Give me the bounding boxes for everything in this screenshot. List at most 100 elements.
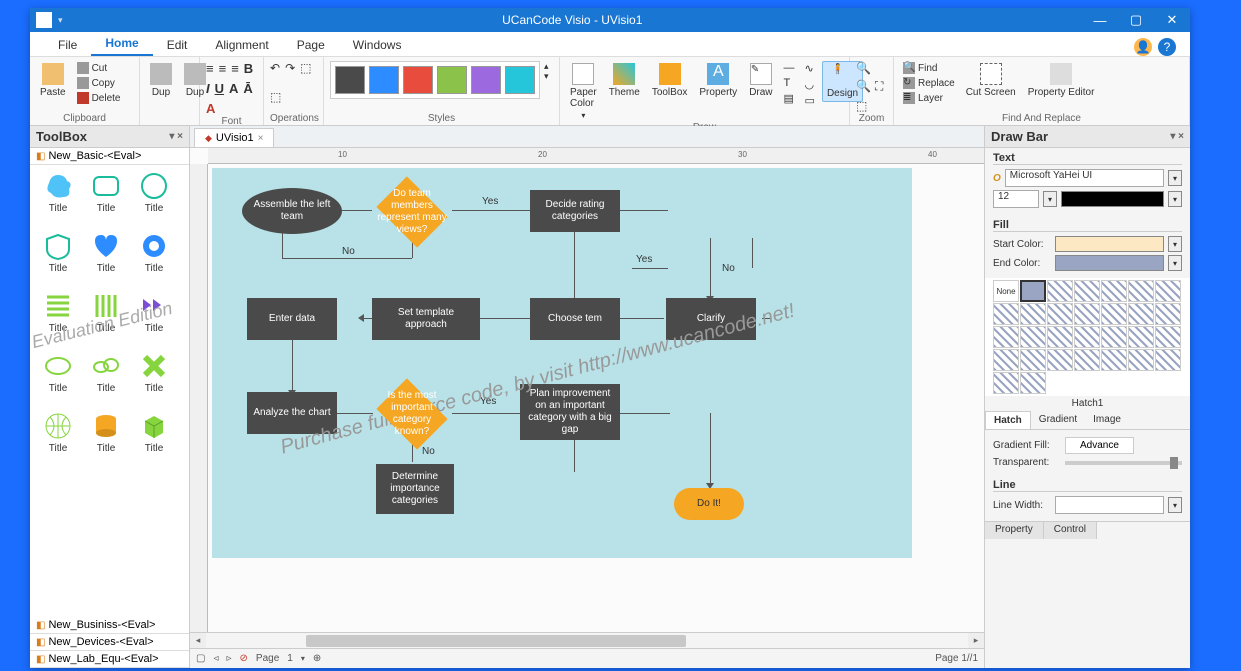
op-group-button[interactable]: ⬚: [300, 61, 311, 75]
toolbox-cat-basic[interactable]: New_Basic-<Eval>: [30, 148, 189, 165]
status-prevpage-icon[interactable]: ◃: [213, 653, 218, 664]
hatch-pattern[interactable]: [1047, 326, 1073, 348]
op-rotate-right-button[interactable]: ↷: [285, 61, 295, 75]
tab-image[interactable]: Image: [1085, 411, 1129, 429]
align-right-button[interactable]: ≡: [231, 61, 239, 76]
zoom-in-button[interactable]: 🔍: [856, 61, 871, 75]
hatch-pattern[interactable]: [1155, 349, 1181, 371]
menu-home[interactable]: Home: [91, 32, 152, 56]
paste-button[interactable]: Paste: [36, 61, 70, 100]
toolbox-cat-business[interactable]: New_Businiss-<Eval>: [30, 617, 189, 634]
tab-hatch[interactable]: Hatch: [985, 411, 1031, 429]
shape-x[interactable]: Title: [132, 351, 176, 407]
op-rotate-left-button[interactable]: ↶: [270, 61, 280, 75]
node-assemble[interactable]: Assemble the left team: [242, 188, 342, 234]
scroll-right-button[interactable]: ▸: [968, 633, 984, 648]
menu-alignment[interactable]: Alignment: [201, 34, 282, 56]
shape-heart[interactable]: Title: [84, 231, 128, 287]
node-decide[interactable]: Decide rating categories: [530, 190, 620, 232]
menu-page[interactable]: Page: [283, 34, 339, 56]
font-picker-button[interactable]: A: [229, 81, 238, 96]
font-size-select[interactable]: 12: [993, 190, 1039, 208]
status-newpage-icon[interactable]: ▢: [196, 653, 205, 664]
close-button[interactable]: ✕: [1154, 8, 1190, 32]
toolbox-pin-icon[interactable]: ▾ ×: [169, 131, 183, 142]
node-known[interactable]: Is the most important category known?: [372, 384, 452, 444]
swatch-dark[interactable]: [335, 66, 365, 94]
node-analyze[interactable]: Analyze the chart: [247, 392, 337, 434]
shape-curve-button[interactable]: ∿: [802, 61, 818, 76]
startcolor-dropdown-button[interactable]: ▾: [1168, 236, 1182, 252]
font-size-button[interactable]: Ā: [243, 81, 252, 96]
node-plan[interactable]: Plan improvement on an important categor…: [520, 384, 620, 440]
hatch-pattern[interactable]: [1128, 280, 1154, 302]
cut-button[interactable]: Cut: [74, 61, 124, 75]
shape-line-button[interactable]: —: [781, 61, 798, 75]
node-diamond-2[interactable]: [668, 182, 748, 242]
status-deletepage-icon[interactable]: ⊘: [240, 653, 248, 664]
fontcolor-dropdown-button[interactable]: ▾: [1168, 191, 1182, 207]
toolbox-cat-devices[interactable]: New_Devices-<Eval>: [30, 634, 189, 651]
font-color-box[interactable]: [1061, 191, 1164, 207]
swatch-green[interactable]: [437, 66, 467, 94]
shape-arrows[interactable]: Title: [132, 291, 176, 347]
hatch-pattern[interactable]: [993, 349, 1019, 371]
property-button[interactable]: AProperty: [695, 61, 741, 100]
hatch-pattern[interactable]: [1047, 349, 1073, 371]
drawing-page[interactable]: Yes No No Yes No Yes: [212, 168, 912, 558]
hatch-pattern[interactable]: [1155, 280, 1181, 302]
hatch-pattern[interactable]: [1155, 326, 1181, 348]
endcolor-dropdown-button[interactable]: ▾: [1168, 255, 1182, 271]
shape-roundrect[interactable]: Title: [84, 171, 128, 227]
hatch-pattern[interactable]: [1101, 326, 1127, 348]
shape-cube[interactable]: Title: [132, 411, 176, 467]
shape-note-button[interactable]: ▤: [781, 91, 798, 106]
paper-color-button[interactable]: Paper Color▾: [566, 61, 601, 122]
hatch-pattern[interactable]: [993, 372, 1019, 394]
italic-button[interactable]: I: [206, 81, 210, 96]
node-template[interactable]: Set template approach: [372, 298, 480, 340]
draw-button[interactable]: ✎Draw: [745, 61, 776, 100]
font-color-button[interactable]: A: [206, 101, 215, 116]
linewidth-dropdown-button[interactable]: ▾: [1168, 497, 1182, 513]
zoom-100-button[interactable]: ⬚: [856, 99, 867, 113]
zoom-out-button[interactable]: 🔍: [856, 79, 871, 93]
dup-button-1[interactable]: Dup: [146, 61, 176, 100]
hatch-pattern[interactable]: [1128, 303, 1154, 325]
hatch-pattern[interactable]: [1074, 326, 1100, 348]
hatch-pattern[interactable]: [1047, 303, 1073, 325]
swatch-purple[interactable]: [471, 66, 501, 94]
node-views[interactable]: Do team members represent many views?: [372, 182, 452, 242]
shape-rect-button[interactable]: ▭: [802, 93, 818, 108]
hatch-pattern[interactable]: [1020, 303, 1046, 325]
tab-gradient[interactable]: Gradient: [1031, 411, 1085, 429]
hatch-pattern[interactable]: [1074, 280, 1100, 302]
maximize-button[interactable]: ▢: [1118, 8, 1154, 32]
node-clarify[interactable]: Clarify: [666, 298, 756, 340]
hatch-none[interactable]: None: [993, 280, 1019, 302]
font-dropdown-button[interactable]: ▾: [1168, 170, 1182, 186]
swatch-blue[interactable]: [369, 66, 399, 94]
theme-button[interactable]: Theme: [605, 61, 644, 100]
hatch-pattern[interactable]: [1074, 349, 1100, 371]
bold-button[interactable]: B: [244, 61, 253, 76]
user-icon[interactable]: 👤: [1134, 38, 1152, 56]
drawbar-pin-icon[interactable]: ▾ ×: [1170, 131, 1184, 142]
font-family-select[interactable]: Microsoft YaHei UI: [1005, 169, 1164, 187]
swatch-cyan[interactable]: [505, 66, 535, 94]
shape-cloud[interactable]: Title: [36, 171, 80, 227]
menu-windows[interactable]: Windows: [339, 34, 416, 56]
zoom-fit-button[interactable]: ⛶: [875, 79, 883, 94]
hatch-pattern[interactable]: [1155, 303, 1181, 325]
hatch-pattern[interactable]: [1101, 303, 1127, 325]
hatch-pattern[interactable]: [1128, 326, 1154, 348]
node-doit[interactable]: Do It!: [674, 488, 744, 520]
menu-edit[interactable]: Edit: [153, 34, 202, 56]
hatch-pattern[interactable]: [993, 326, 1019, 348]
underline-button[interactable]: U: [215, 81, 224, 96]
end-color-box[interactable]: [1055, 255, 1164, 271]
op-ungroup-button[interactable]: ⬚: [270, 90, 281, 104]
tab-uvisio1[interactable]: UVisio1×: [194, 128, 274, 147]
hatch-selected[interactable]: [1020, 280, 1046, 302]
layer-button[interactable]: ≣Layer: [900, 91, 958, 105]
